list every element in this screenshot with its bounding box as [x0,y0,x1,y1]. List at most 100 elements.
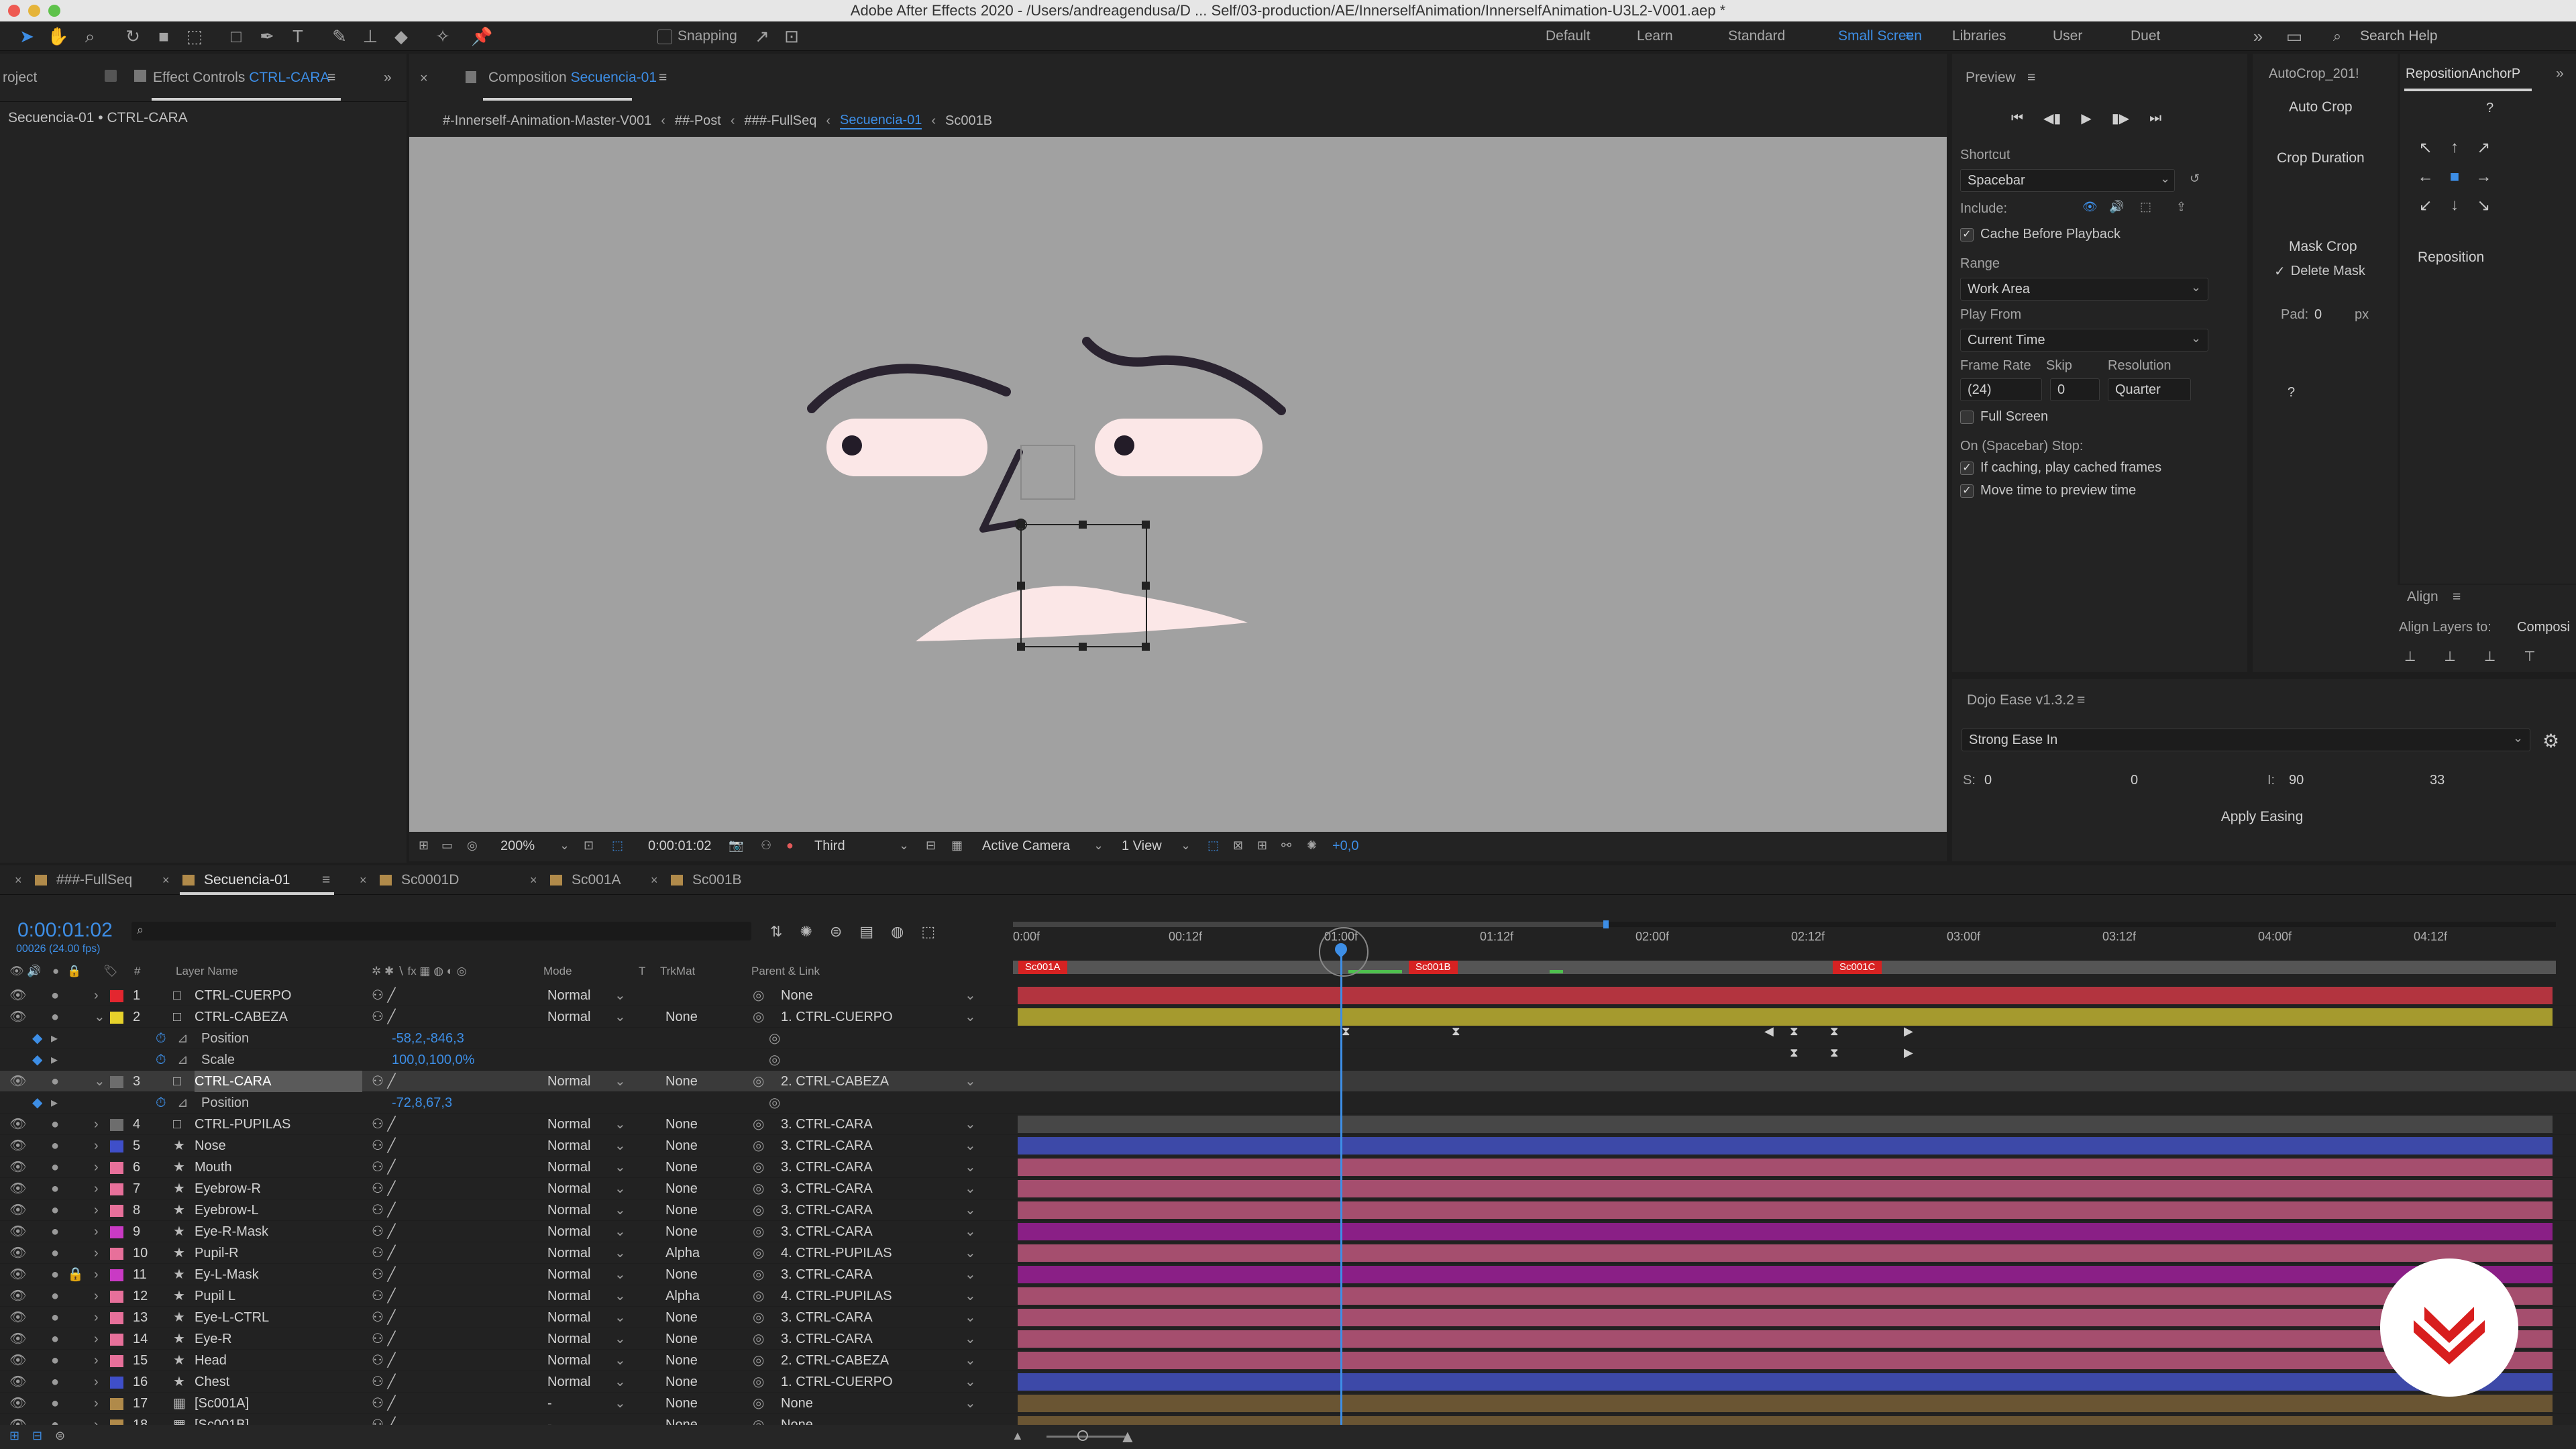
layer-duration-bar[interactable] [1018,1352,2553,1369]
comp-marker[interactable]: Sc001C [1833,961,1882,974]
play-icon[interactable]: ▶ [2081,110,2091,127]
layer-duration-bar[interactable] [1018,1008,2553,1026]
switches-icon[interactable]: ⚇ ╱ [372,1350,396,1371]
close-tab-icon[interactable]: × [162,865,170,895]
trkmat-select[interactable]: None [665,1178,698,1199]
layer-duration-bar[interactable] [1018,1159,2553,1176]
anchor-center-icon[interactable]: ■ [2440,168,2469,197]
video-column-icon[interactable]: 👁 [9,965,24,978]
layer-name[interactable]: Nose [195,1135,362,1157]
pick-whip-icon[interactable]: ◎ [753,1135,764,1157]
visibility-eye-icon[interactable]: 👁 [9,1199,26,1221]
keyframe-icon[interactable]: ⧗ [1342,1024,1350,1038]
mode-select[interactable]: Normal [547,1371,590,1393]
label-color-chip[interactable] [110,1334,123,1346]
tab-secuencia-01[interactable]: Secuencia-01 [204,868,290,892]
keyframe-icon[interactable]: ⧗ [1452,1024,1460,1038]
i-secondary-input[interactable]: 33 [2430,773,2445,788]
tab-project[interactable]: roject [3,66,37,90]
label-color-chip[interactable] [110,1205,123,1217]
panel-overflow-icon[interactable]: » [2556,62,2564,86]
anchor-bottom-right-icon[interactable]: ↘ [2469,196,2498,225]
solo-dot-icon[interactable]: ● [51,1393,59,1414]
layer-row[interactable]: 👁 ● › 13 ★ Eye-L-CTRL ⚇ ╱ Normal ⌄ None ◎ 3. CTRL-C… [0,1307,2576,1328]
graph-icon[interactable]: ⊿ [177,1092,189,1114]
cache-before-playback-checkbox[interactable]: ✓ Cache Before Playback [1960,227,2121,242]
anchor-top-right-icon[interactable]: ↗ [2469,138,2498,168]
keyframe-icon[interactable]: ⧗ [1790,1046,1799,1060]
expand-chevron-icon[interactable]: › [94,1178,99,1199]
visibility-eye-icon[interactable]: 👁 [9,1285,26,1307]
layer-name[interactable]: Pupil L [195,1285,362,1307]
expression-pick-whip-icon[interactable]: ◎ [769,1049,780,1071]
help-button[interactable]: ? [2288,385,2295,400]
parent-select[interactable]: 4. CTRL-PUPILAS [781,1242,892,1264]
close-tab-icon[interactable]: × [530,865,537,895]
keyframe-icon[interactable]: ⧗ [1830,1024,1839,1038]
zoom-slider-handle[interactable] [1077,1430,1088,1441]
camera-select[interactable]: Active Camera [982,839,1070,854]
camera-tool-icon[interactable]: ■ [153,25,174,47]
hand-tool-icon[interactable]: ✋ [47,25,68,47]
expand-chevron-icon[interactable]: › [94,1371,99,1393]
range-select[interactable]: Work Area [1960,278,2208,301]
mask-crop-button[interactable]: Mask Crop [2289,239,2357,255]
last-frame-icon[interactable]: ⏭ [2149,111,2161,126]
layer-duration-bar[interactable] [1018,1309,2553,1326]
mode-select[interactable]: Normal [547,1307,590,1328]
layer-duration-bar[interactable] [1018,1244,2553,1262]
zoom-window-button[interactable] [48,5,60,17]
switches-icon[interactable]: ⚇ ╱ [372,1371,396,1393]
visibility-eye-icon[interactable]: 👁 [9,1350,26,1371]
property-row[interactable]: ◆ ▸ ⏱ ⊿ Position -58,2,-846,3 ◎ [0,1028,2576,1049]
nav-arrow-icon[interactable]: ▸ [51,1028,58,1049]
monitor-icon[interactable]: ▭ [441,839,453,853]
parent-select[interactable]: 3. CTRL-CARA [781,1114,873,1135]
label-color-chip[interactable] [110,1291,123,1303]
visibility-eye-icon[interactable]: 👁 [9,1135,26,1157]
switches-icon[interactable]: ⚇ ╱ [372,1307,396,1328]
mode-select[interactable]: Normal [547,1006,590,1028]
label-color-chip[interactable] [110,990,123,1002]
visibility-eye-icon[interactable]: 👁 [9,1006,26,1028]
parent-select[interactable]: None [781,1393,813,1414]
solo-dot-icon[interactable]: ● [51,1006,59,1028]
anchor-top-icon[interactable]: ↑ [2440,138,2469,168]
label-color-chip[interactable] [110,1162,123,1174]
expand-chevron-icon[interactable]: › [94,1285,99,1307]
parent-select[interactable]: None [781,985,813,1006]
in-out-icon[interactable]: ⊜ [55,1429,65,1443]
layer-name[interactable]: Pupil-R [195,1242,362,1264]
breadcrumb-item[interactable]: ###-FullSeq [745,113,817,129]
keyframe-icon[interactable]: ⧗ [1790,1024,1799,1038]
switches-icon[interactable]: ⚇ ╱ [372,1114,396,1135]
switches-icon[interactable]: ⚇ ╱ [372,1199,396,1221]
trkmat-select[interactable]: None [665,1157,698,1178]
layer-row[interactable]: 👁 ● › 14 ★ Eye-R ⚇ ╱ Normal ⌄ None ◎ 3. CTRL-CARA ⌄ [0,1328,2576,1350]
layer-duration-bar[interactable] [1018,1073,2553,1090]
expand-chevron-icon[interactable]: › [94,1157,99,1178]
expand-chevron-icon[interactable]: › [94,1221,99,1242]
expression-pick-whip-icon[interactable]: ◎ [769,1092,780,1114]
workspace-duet[interactable]: Duet [2131,21,2160,51]
solo-dot-icon[interactable]: ● [51,1071,59,1092]
region-of-interest-icon[interactable]: ⬚ [612,839,623,853]
next-frame-icon[interactable]: ▮▶ [2112,110,2129,127]
lock-column-icon[interactable]: 🔒 [67,965,81,978]
fast-previews-icon[interactable]: ⊟ [926,839,936,853]
nav-arrow-icon[interactable]: ▸ [51,1049,58,1071]
pick-whip-icon[interactable]: ◎ [753,1242,764,1264]
label-column-icon[interactable]: 🏷 [103,965,118,978]
solo-dot-icon[interactable]: ● [51,1199,59,1221]
switches-icon[interactable]: ⚇ ╱ [372,1328,396,1350]
trkmat-select[interactable]: None [665,1328,698,1350]
parent-select[interactable]: 1. CTRL-CUERPO [781,1006,893,1028]
stopwatch-icon[interactable]: ⏱ [156,1049,166,1071]
crop-duration-button[interactable]: Crop Duration [2277,150,2365,166]
solo-dot-icon[interactable]: ● [51,1135,59,1157]
stopwatch-icon[interactable]: ⏱ [156,1092,166,1114]
apply-easing-button[interactable]: Apply Easing [1962,802,2563,832]
trkmat-select[interactable]: None [665,1350,698,1371]
switches-icon[interactable]: ⚇ ╱ [372,1285,396,1307]
frame-blending-icon[interactable]: ▤ [859,923,873,941]
